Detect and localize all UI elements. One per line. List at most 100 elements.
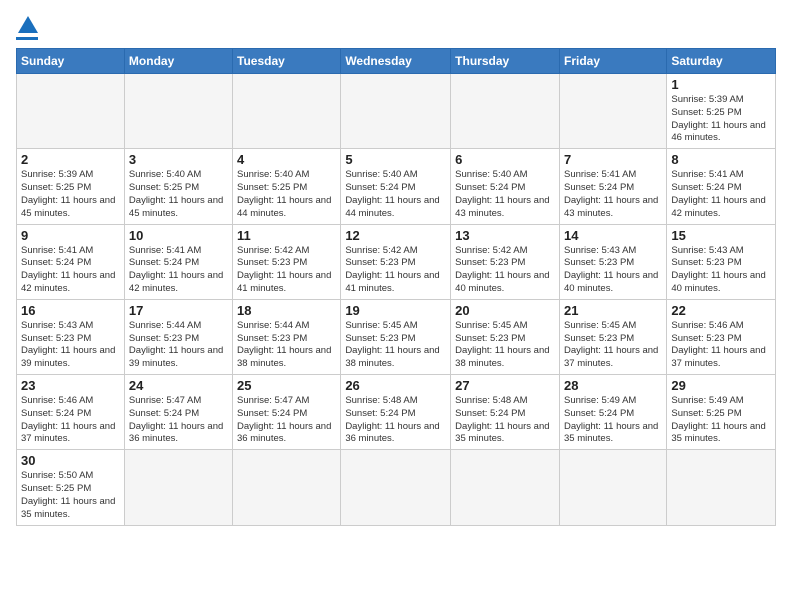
day-number-12: 12 <box>345 228 446 243</box>
calendar-row-4: 23 Sunrise: 5:46 AMSunset: 5:24 PMDayligh… <box>17 375 776 450</box>
calendar-cell-14: 14 Sunrise: 5:43 AMSunset: 5:23 PMDayligh… <box>559 224 666 299</box>
day-number-3: 3 <box>129 152 228 167</box>
calendar-cell-empty <box>451 450 560 525</box>
calendar-cell-13: 13 Sunrise: 5:42 AMSunset: 5:23 PMDayligh… <box>451 224 560 299</box>
weekday-header-sunday: Sunday <box>17 49 125 74</box>
day-number-21: 21 <box>564 303 662 318</box>
day-number-5: 5 <box>345 152 446 167</box>
day-number-15: 15 <box>671 228 771 243</box>
calendar-cell-26: 26 Sunrise: 5:48 AMSunset: 5:24 PMDayligh… <box>341 375 451 450</box>
day-number-13: 13 <box>455 228 555 243</box>
weekday-header-row: SundayMondayTuesdayWednesdayThursdayFrid… <box>17 49 776 74</box>
day-info-29: Sunrise: 5:49 AMSunset: 5:25 PMDaylight:… <box>671 395 771 446</box>
day-info-27: Sunrise: 5:48 AMSunset: 5:24 PMDaylight:… <box>455 395 555 446</box>
calendar-cell-4: 4Sunrise: 5:40 AMSunset: 5:25 PMDaylight… <box>233 149 341 224</box>
calendar-cell-23: 23 Sunrise: 5:46 AMSunset: 5:24 PMDayligh… <box>17 375 125 450</box>
day-info-30: Sunrise: 5:50 AMSunset: 5:25 PMDaylight:… <box>21 470 120 521</box>
weekday-header-thursday: Thursday <box>451 49 560 74</box>
calendar-cell-1: 1Sunrise: 5:39 AMSunset: 5:25 PMDaylight… <box>667 74 776 149</box>
logo <box>16 16 38 40</box>
day-info-21: Sunrise: 5:45 AMSunset: 5:23 PMDaylight:… <box>564 320 662 371</box>
logo-triangle-icon <box>18 16 38 33</box>
day-number-22: 22 <box>671 303 771 318</box>
day-number-9: 9 <box>21 228 120 243</box>
day-number-17: 17 <box>129 303 228 318</box>
calendar-cell-15: 15 Sunrise: 5:43 AMSunset: 5:23 PMDayligh… <box>667 224 776 299</box>
day-number-8: 8 <box>671 152 771 167</box>
day-number-19: 19 <box>345 303 446 318</box>
calendar-cell-empty <box>559 450 666 525</box>
day-info-15: Sunrise: 5:43 AMSunset: 5:23 PMDaylight:… <box>671 245 771 296</box>
calendar-cell-18: 18Sunrise: 5:44 AMSunset: 5:23 PMDayligh… <box>233 299 341 374</box>
day-info-16: Sunrise: 5:43 AMSunset: 5:23 PMDaylight:… <box>21 320 120 371</box>
calendar-cell-empty <box>667 450 776 525</box>
day-number-25: 25 <box>237 378 336 393</box>
day-number-23: 23 <box>21 378 120 393</box>
calendar-cell-10: 10 Sunrise: 5:41 AMSunset: 5:24 PMDayligh… <box>124 224 232 299</box>
calendar-cell-27: 27 Sunrise: 5:48 AMSunset: 5:24 PMDayligh… <box>451 375 560 450</box>
calendar-cell-12: 12 Sunrise: 5:42 AMSunset: 5:23 PMDayligh… <box>341 224 451 299</box>
calendar-row-2: 9 Sunrise: 5:41 AMSunset: 5:24 PMDaylight… <box>17 224 776 299</box>
day-number-6: 6 <box>455 152 555 167</box>
calendar-cell-25: 25 Sunrise: 5:47 AMSunset: 5:24 PMDayligh… <box>233 375 341 450</box>
calendar-row-3: 16 Sunrise: 5:43 AMSunset: 5:23 PMDayligh… <box>17 299 776 374</box>
day-info-17: Sunrise: 5:44 AMSunset: 5:23 PMDaylight:… <box>129 320 228 371</box>
day-info-11: Sunrise: 5:42 AMSunset: 5:23 PMDaylight:… <box>237 245 336 296</box>
day-info-23: Sunrise: 5:46 AMSunset: 5:24 PMDaylight:… <box>21 395 120 446</box>
day-info-4: Sunrise: 5:40 AMSunset: 5:25 PMDaylight:… <box>237 169 336 220</box>
day-info-25: Sunrise: 5:47 AMSunset: 5:24 PMDaylight:… <box>237 395 336 446</box>
day-info-7: Sunrise: 5:41 AMSunset: 5:24 PMDaylight:… <box>564 169 662 220</box>
calendar-cell-empty <box>451 74 560 149</box>
day-number-26: 26 <box>345 378 446 393</box>
day-number-16: 16 <box>21 303 120 318</box>
weekday-header-saturday: Saturday <box>667 49 776 74</box>
calendar-cell-6: 6Sunrise: 5:40 AMSunset: 5:24 PMDaylight… <box>451 149 560 224</box>
calendar-row-1: 2 Sunrise: 5:39 AMSunset: 5:25 PMDaylight… <box>17 149 776 224</box>
day-number-7: 7 <box>564 152 662 167</box>
calendar-cell-5: 5 Sunrise: 5:40 AMSunset: 5:24 PMDaylight… <box>341 149 451 224</box>
day-info-12: Sunrise: 5:42 AMSunset: 5:23 PMDaylight:… <box>345 245 446 296</box>
day-info-28: Sunrise: 5:49 AMSunset: 5:24 PMDaylight:… <box>564 395 662 446</box>
calendar-cell-9: 9Sunrise: 5:41 AMSunset: 5:24 PMDaylight… <box>17 224 125 299</box>
calendar-cell-empty <box>233 74 341 149</box>
calendar-cell-8: 8 Sunrise: 5:41 AMSunset: 5:24 PMDaylight… <box>667 149 776 224</box>
day-info-24: Sunrise: 5:47 AMSunset: 5:24 PMDaylight:… <box>129 395 228 446</box>
calendar-cell-2: 2 Sunrise: 5:39 AMSunset: 5:25 PMDaylight… <box>17 149 125 224</box>
day-info-14: Sunrise: 5:43 AMSunset: 5:23 PMDaylight:… <box>564 245 662 296</box>
day-number-10: 10 <box>129 228 228 243</box>
day-info-13: Sunrise: 5:42 AMSunset: 5:23 PMDaylight:… <box>455 245 555 296</box>
day-info-2: Sunrise: 5:39 AMSunset: 5:25 PMDaylight:… <box>21 169 120 220</box>
day-info-8: Sunrise: 5:41 AMSunset: 5:24 PMDaylight:… <box>671 169 771 220</box>
day-number-29: 29 <box>671 378 771 393</box>
calendar-cell-24: 24Sunrise: 5:47 AMSunset: 5:24 PMDayligh… <box>124 375 232 450</box>
day-number-14: 14 <box>564 228 662 243</box>
calendar-cell-empty <box>341 450 451 525</box>
day-info-5: Sunrise: 5:40 AMSunset: 5:24 PMDaylight:… <box>345 169 446 220</box>
day-number-30: 30 <box>21 453 120 468</box>
calendar-cell-empty <box>559 74 666 149</box>
day-number-18: 18 <box>237 303 336 318</box>
day-info-10: Sunrise: 5:41 AMSunset: 5:24 PMDaylight:… <box>129 245 228 296</box>
calendar-row-5: 30 Sunrise: 5:50 AMSunset: 5:25 PMDayligh… <box>17 450 776 525</box>
day-info-19: Sunrise: 5:45 AMSunset: 5:23 PMDaylight:… <box>345 320 446 371</box>
calendar-cell-28: 28 Sunrise: 5:49 AMSunset: 5:24 PMDayligh… <box>559 375 666 450</box>
calendar-cell-19: 19 Sunrise: 5:45 AMSunset: 5:23 PMDayligh… <box>341 299 451 374</box>
weekday-header-wednesday: Wednesday <box>341 49 451 74</box>
calendar-cell-3: 3 Sunrise: 5:40 AMSunset: 5:25 PMDaylight… <box>124 149 232 224</box>
day-number-27: 27 <box>455 378 555 393</box>
calendar-table: SundayMondayTuesdayWednesdayThursdayFrid… <box>16 48 776 526</box>
day-info-22: Sunrise: 5:46 AMSunset: 5:23 PMDaylight:… <box>671 320 771 371</box>
weekday-header-monday: Monday <box>124 49 232 74</box>
calendar-cell-empty <box>341 74 451 149</box>
logo-underline <box>16 37 38 40</box>
calendar-body: 1Sunrise: 5:39 AMSunset: 5:25 PMDaylight… <box>17 74 776 526</box>
day-info-3: Sunrise: 5:40 AMSunset: 5:25 PMDaylight:… <box>129 169 228 220</box>
day-number-11: 11 <box>237 228 336 243</box>
day-info-26: Sunrise: 5:48 AMSunset: 5:24 PMDaylight:… <box>345 395 446 446</box>
weekday-header-friday: Friday <box>559 49 666 74</box>
day-number-2: 2 <box>21 152 120 167</box>
calendar-cell-29: 29 Sunrise: 5:49 AMSunset: 5:25 PMDayligh… <box>667 375 776 450</box>
calendar-cell-16: 16 Sunrise: 5:43 AMSunset: 5:23 PMDayligh… <box>17 299 125 374</box>
day-number-28: 28 <box>564 378 662 393</box>
calendar-cell-30: 30 Sunrise: 5:50 AMSunset: 5:25 PMDayligh… <box>17 450 125 525</box>
